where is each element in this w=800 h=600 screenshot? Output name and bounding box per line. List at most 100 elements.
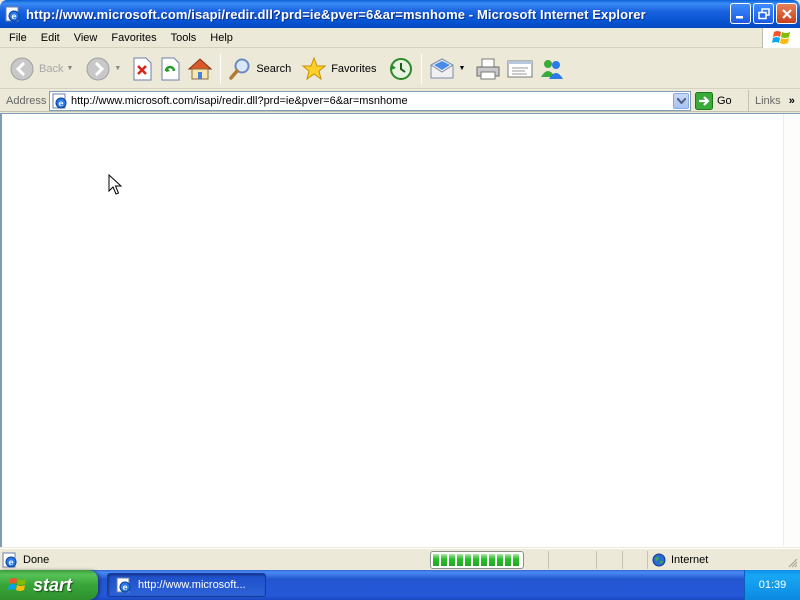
status-bar: e Done Internet bbox=[0, 548, 800, 570]
links-label: Links bbox=[755, 95, 781, 107]
print-icon bbox=[476, 58, 500, 79]
history-button[interactable] bbox=[385, 52, 417, 86]
mail-icon bbox=[430, 57, 454, 78]
refresh-button[interactable] bbox=[156, 52, 184, 86]
svg-text:e: e bbox=[9, 557, 14, 567]
mail-button[interactable]: ▼ bbox=[426, 52, 468, 86]
taskbar-window-label: http://www.microsoft... bbox=[138, 579, 246, 591]
favorites-button[interactable]: Favorites bbox=[298, 52, 379, 86]
favorites-label: Favorites bbox=[331, 62, 377, 75]
status-panel bbox=[548, 551, 596, 569]
clock[interactable]: 01:39 bbox=[759, 579, 787, 591]
progress-segment bbox=[433, 554, 439, 566]
menu-view[interactable]: View bbox=[67, 29, 105, 47]
address-dropdown-button[interactable] bbox=[673, 93, 689, 109]
back-dropdown-icon[interactable]: ▼ bbox=[66, 65, 73, 72]
minimize-button[interactable] bbox=[730, 3, 751, 24]
title-bar[interactable]: e http://www.microsoft.com/isapi/redir.d… bbox=[0, 0, 800, 28]
progress-segment bbox=[457, 554, 463, 566]
windows-flag-icon bbox=[8, 578, 26, 591]
status-panel bbox=[622, 551, 647, 569]
status-text-panel: e Done bbox=[0, 551, 424, 569]
messenger-button[interactable] bbox=[536, 52, 568, 86]
links-chevron-icon[interactable]: » bbox=[789, 95, 795, 107]
toolbar-separator bbox=[220, 53, 222, 84]
progress-segment bbox=[449, 554, 455, 566]
stop-button[interactable] bbox=[128, 52, 156, 86]
toolbar-separator bbox=[421, 53, 423, 84]
search-icon bbox=[229, 58, 250, 80]
back-icon bbox=[10, 57, 34, 80]
menu-bar: File Edit View Favorites Tools Help bbox=[0, 28, 800, 48]
edit-icon bbox=[507, 60, 533, 77]
search-button[interactable]: Search bbox=[225, 52, 294, 86]
svg-text:e: e bbox=[12, 11, 17, 21]
standard-toolbar: Back ▼ ▼ Search Favorites ▼ bbox=[0, 49, 800, 89]
restore-button[interactable] bbox=[753, 3, 774, 24]
progress-segment bbox=[513, 554, 519, 566]
security-zone: Internet bbox=[647, 551, 777, 569]
menu-edit[interactable]: Edit bbox=[34, 29, 67, 47]
status-text: Done bbox=[23, 553, 50, 566]
vertical-scrollbar[interactable] bbox=[783, 114, 800, 546]
favorites-icon bbox=[301, 56, 327, 80]
progress-bar bbox=[430, 551, 524, 569]
page-status-icon: e bbox=[2, 552, 17, 567]
progress-segment bbox=[465, 554, 471, 566]
mouse-cursor-icon bbox=[108, 174, 122, 195]
taskbar-ie-window-button[interactable]: e http://www.microsoft... bbox=[107, 573, 266, 597]
menu-file[interactable]: File bbox=[0, 29, 34, 47]
window-title: http://www.microsoft.com/isapi/redir.dll… bbox=[26, 6, 646, 22]
forward-icon bbox=[86, 57, 110, 80]
globe-icon bbox=[652, 553, 666, 567]
zone-label: Internet bbox=[671, 554, 709, 566]
ie-icon: e bbox=[116, 577, 131, 593]
taskbar: start e http://www.microsoft... 01:39 bbox=[0, 570, 800, 600]
start-button[interactable]: start bbox=[0, 570, 98, 600]
forward-button[interactable]: ▼ bbox=[82, 52, 124, 86]
back-label: Back bbox=[39, 62, 64, 75]
progress-segment bbox=[473, 554, 479, 566]
search-label: Search bbox=[256, 62, 292, 75]
history-icon bbox=[390, 57, 413, 80]
back-button[interactable]: Back ▼ bbox=[6, 52, 76, 86]
stop-icon bbox=[133, 57, 152, 80]
minimize-icon bbox=[736, 16, 743, 19]
svg-text:e: e bbox=[59, 98, 64, 108]
address-input[interactable]: e http://www.microsoft.com/isapi/redir.d… bbox=[49, 91, 691, 111]
menu-favorites[interactable]: Favorites bbox=[104, 29, 163, 47]
chevron-down-icon bbox=[676, 98, 686, 104]
print-button[interactable] bbox=[472, 52, 504, 86]
home-icon bbox=[188, 57, 213, 79]
edit-button[interactable] bbox=[504, 52, 536, 86]
address-bar: Address e http://www.microsoft.com/isapi… bbox=[0, 90, 800, 112]
menu-tools[interactable]: Tools bbox=[164, 29, 204, 47]
progress-segment bbox=[489, 554, 495, 566]
mail-dropdown-icon[interactable]: ▼ bbox=[458, 65, 465, 72]
forward-dropdown-icon[interactable]: ▼ bbox=[114, 65, 121, 72]
resize-grip-icon[interactable] bbox=[786, 556, 798, 568]
close-icon bbox=[781, 8, 792, 19]
menu-help[interactable]: Help bbox=[203, 29, 240, 47]
progress-segment bbox=[505, 554, 511, 566]
progress-segment bbox=[497, 554, 503, 566]
progress-segment bbox=[481, 554, 487, 566]
go-button[interactable]: Go bbox=[695, 92, 732, 110]
home-button[interactable] bbox=[184, 52, 216, 86]
system-tray: 01:39 bbox=[744, 570, 800, 600]
restore-icon bbox=[757, 7, 770, 19]
progress-segment bbox=[441, 554, 447, 566]
go-label: Go bbox=[717, 95, 732, 107]
address-label: Address bbox=[6, 94, 47, 107]
refresh-icon bbox=[161, 57, 180, 80]
links-toolbar[interactable]: Links » bbox=[748, 90, 795, 112]
page-icon: e bbox=[52, 93, 67, 109]
start-label: start bbox=[33, 574, 73, 595]
messenger-icon bbox=[541, 59, 564, 79]
close-button[interactable] bbox=[776, 3, 797, 24]
svg-text:e: e bbox=[123, 582, 128, 592]
windows-logo-icon bbox=[762, 28, 800, 48]
address-url[interactable]: http://www.microsoft.com/isapi/redir.dll… bbox=[71, 95, 673, 107]
go-arrow-icon bbox=[695, 92, 713, 110]
ie-icon: e bbox=[5, 6, 20, 22]
